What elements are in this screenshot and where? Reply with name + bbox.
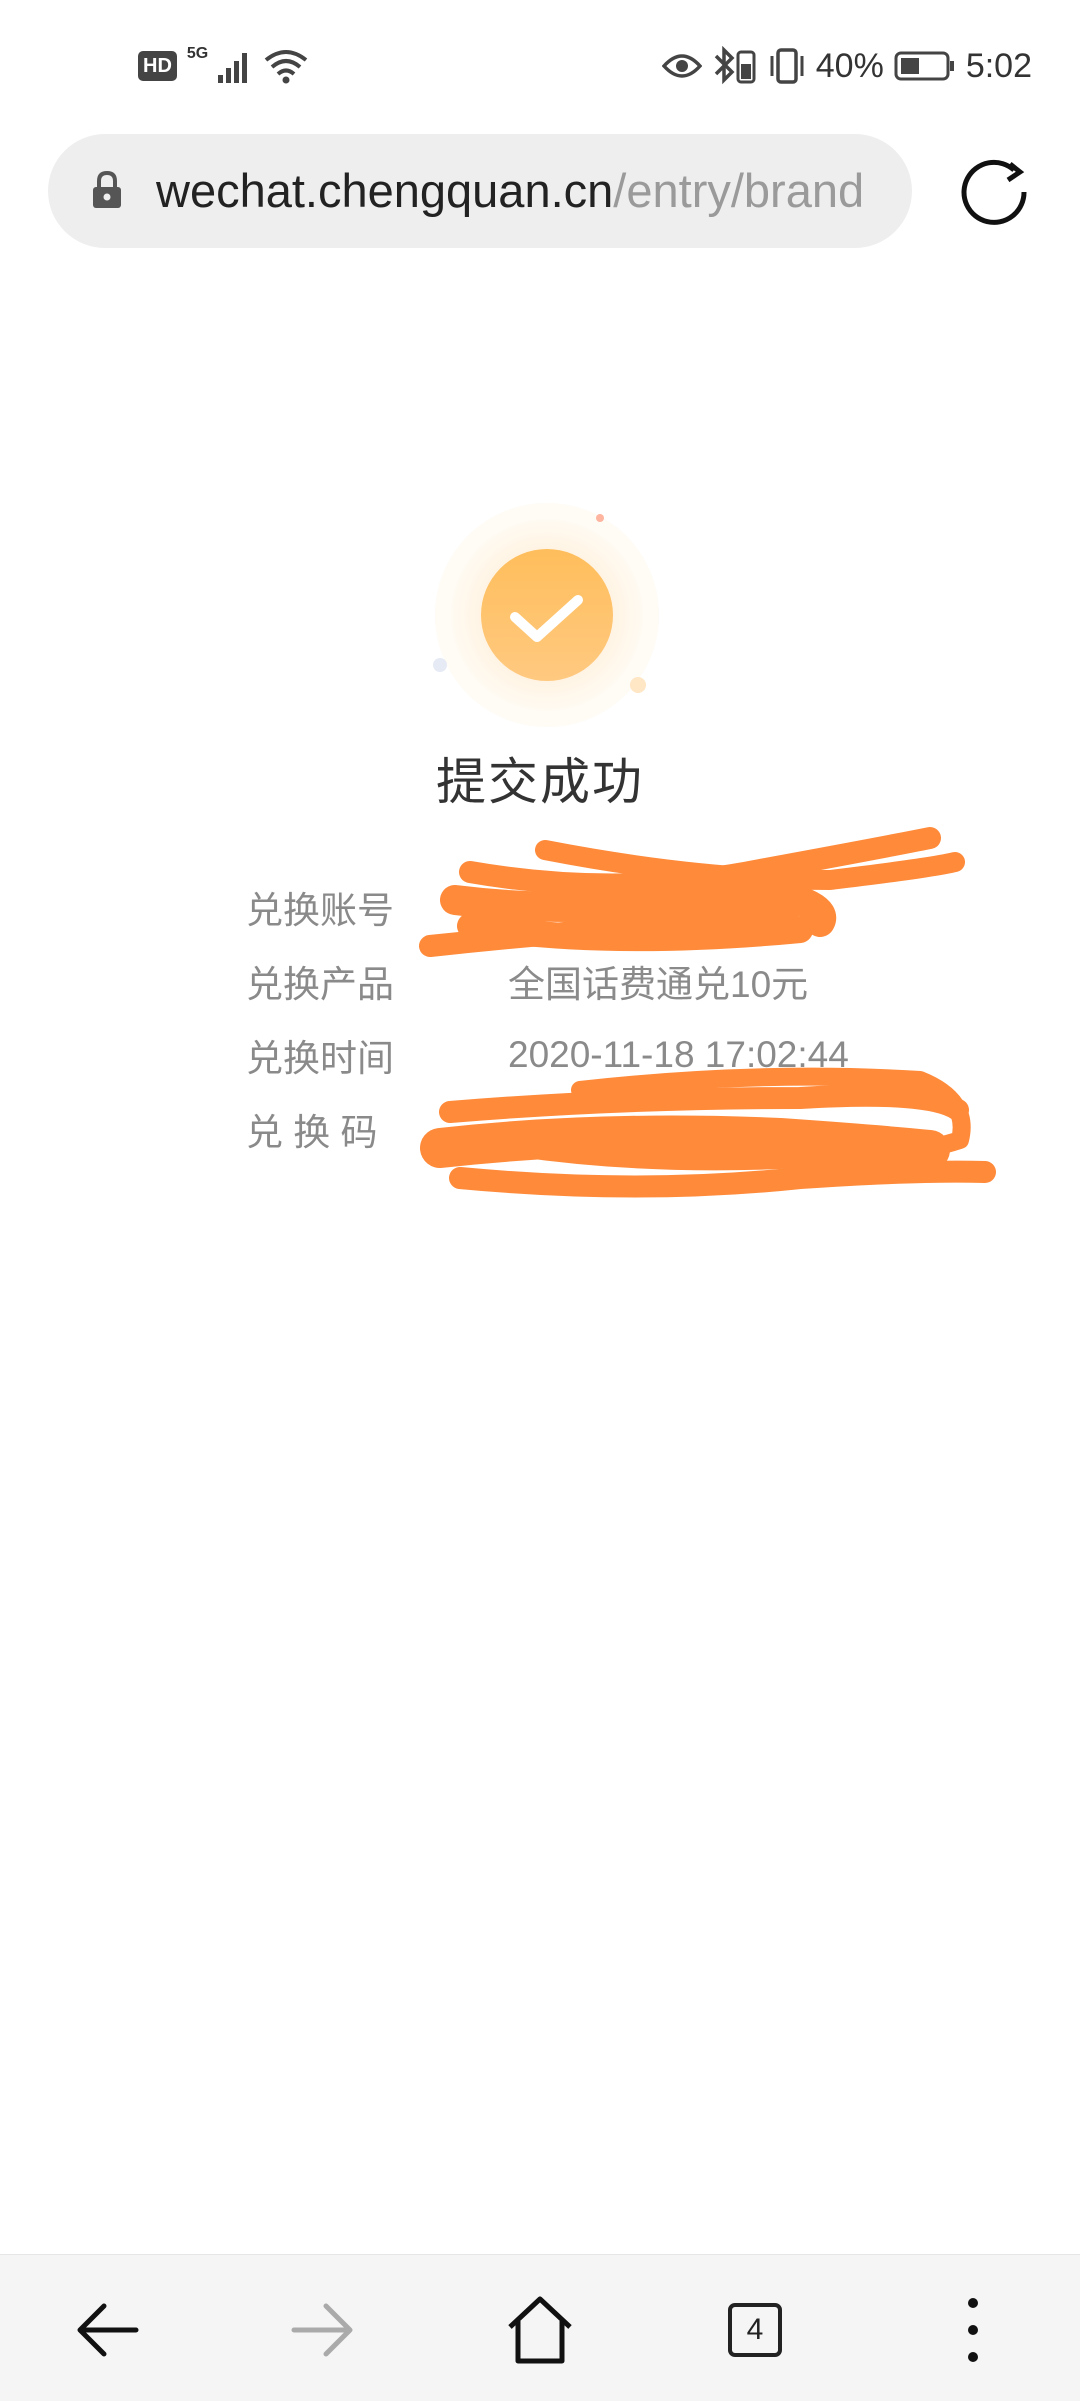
forward-arrow-icon bbox=[291, 2303, 353, 2357]
redaction-scribble bbox=[419, 827, 996, 1198]
bluetooth-icon bbox=[714, 46, 756, 85]
battery-icon bbox=[894, 51, 954, 81]
redeem-info: 兑换账号 兑换产品 全国话费通兑10元 兑换时间 2020-11-18 17:0… bbox=[246, 870, 849, 1166]
clock: 5:02 bbox=[965, 46, 1032, 85]
back-button[interactable] bbox=[52, 2275, 162, 2385]
check-circle-icon bbox=[433, 503, 659, 727]
reload-icon[interactable] bbox=[958, 156, 1034, 232]
wifi-icon bbox=[264, 50, 308, 84]
url-host: wechat.chengquan.cn bbox=[156, 164, 614, 217]
home-button[interactable] bbox=[485, 2275, 595, 2385]
url-path: /entry/brand bbox=[613, 164, 865, 217]
tab-count: 4 bbox=[746, 2313, 764, 2346]
eye-icon bbox=[661, 54, 702, 78]
status-bar: HD 5G 40% 5:02 bbox=[0, 0, 1080, 130]
network-type-label: 5G bbox=[186, 45, 209, 62]
info-label: 兑换账号 bbox=[246, 890, 394, 931]
info-row-time: 兑换时间 2020-11-18 17:02:44 bbox=[246, 1018, 849, 1092]
home-icon bbox=[508, 2296, 572, 2364]
forward-button[interactable] bbox=[268, 2275, 378, 2385]
info-row-account: 兑换账号 bbox=[246, 870, 849, 944]
info-value: 2020-11-18 17:02:44 bbox=[508, 1034, 849, 1075]
tabs-icon: 4 bbox=[728, 2303, 782, 2357]
more-vertical-icon bbox=[968, 2298, 978, 2362]
vibrate-icon bbox=[770, 48, 804, 84]
info-label: 兑换时间 bbox=[246, 1038, 394, 1079]
bottom-toolbar: 4 bbox=[0, 2254, 1080, 2401]
status-left: HD 5G bbox=[138, 44, 308, 88]
lock-icon bbox=[93, 170, 121, 208]
page-title: 提交成功 bbox=[436, 754, 644, 810]
info-row-product: 兑换产品 全国话费通兑10元 bbox=[246, 944, 849, 1018]
back-arrow-icon bbox=[77, 2303, 139, 2357]
tabs-button[interactable]: 4 bbox=[700, 2275, 810, 2385]
info-value: 全国话费通兑10元 bbox=[508, 964, 809, 1005]
hd-icon: HD bbox=[138, 51, 177, 81]
info-label: 兑 换 码 bbox=[246, 1112, 378, 1153]
more-menu-button[interactable] bbox=[918, 2275, 1028, 2385]
url-text[interactable]: wechat.chengquan.cn/entry/brand bbox=[156, 134, 938, 248]
signal-icon bbox=[218, 53, 248, 83]
status-right: 40% 5:02 bbox=[661, 40, 1032, 92]
address-bar[interactable]: wechat.chengquan.cn/entry/brand bbox=[48, 134, 912, 248]
info-row-code: 兑 换 码 bbox=[246, 1092, 849, 1166]
info-label: 兑换产品 bbox=[246, 964, 394, 1005]
battery-percent: 40% bbox=[815, 46, 884, 85]
